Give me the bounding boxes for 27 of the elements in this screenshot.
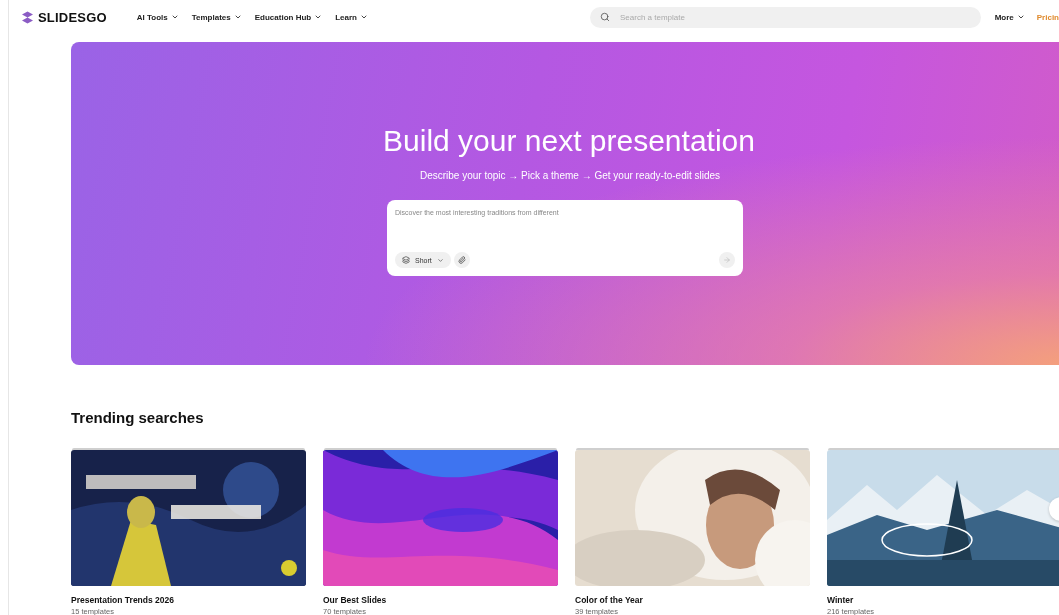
search-icon bbox=[600, 12, 610, 22]
chevron-down-icon bbox=[233, 13, 242, 21]
attach-button[interactable] bbox=[453, 252, 470, 268]
slidesgo-logo[interactable]: SLIDESGO bbox=[21, 9, 107, 25]
card-title[interactable]: Color of the Year bbox=[575, 595, 810, 605]
nav-menu-item[interactable]: Learn bbox=[335, 12, 368, 22]
layers-icon bbox=[402, 256, 410, 264]
card-title[interactable]: Our Best Slides bbox=[323, 595, 558, 605]
section-title: Trending searches bbox=[71, 409, 205, 426]
chevron-down-icon bbox=[1016, 13, 1025, 21]
submit-button[interactable] bbox=[719, 252, 735, 268]
card-title[interactable]: Winter bbox=[827, 595, 1059, 605]
nav-menu-item[interactable]: Templates bbox=[191, 12, 242, 22]
chevron-down-icon bbox=[360, 13, 368, 21]
hero-subtitle: Describe your topic → Pick a theme → Get your ready-to-edit slides bbox=[419, 170, 721, 181]
more-menu[interactable]: More bbox=[994, 12, 1025, 22]
chevron-down-icon bbox=[314, 13, 323, 21]
paperclip-icon bbox=[457, 256, 466, 264]
chevron-down-icon bbox=[170, 13, 179, 21]
arrow-right-icon bbox=[723, 256, 731, 264]
logo-text: SLIDESGO bbox=[38, 9, 107, 25]
nav-menu-item[interactable]: Education Hub bbox=[254, 12, 323, 22]
hero-title: Build your next presentation bbox=[383, 124, 755, 158]
chevron-down-icon bbox=[436, 256, 444, 264]
nav-menu-item[interactable]: AI Tools bbox=[136, 12, 179, 22]
logo-icon bbox=[21, 10, 34, 24]
card-title[interactable]: Presentation Trends 2026 bbox=[71, 595, 306, 605]
